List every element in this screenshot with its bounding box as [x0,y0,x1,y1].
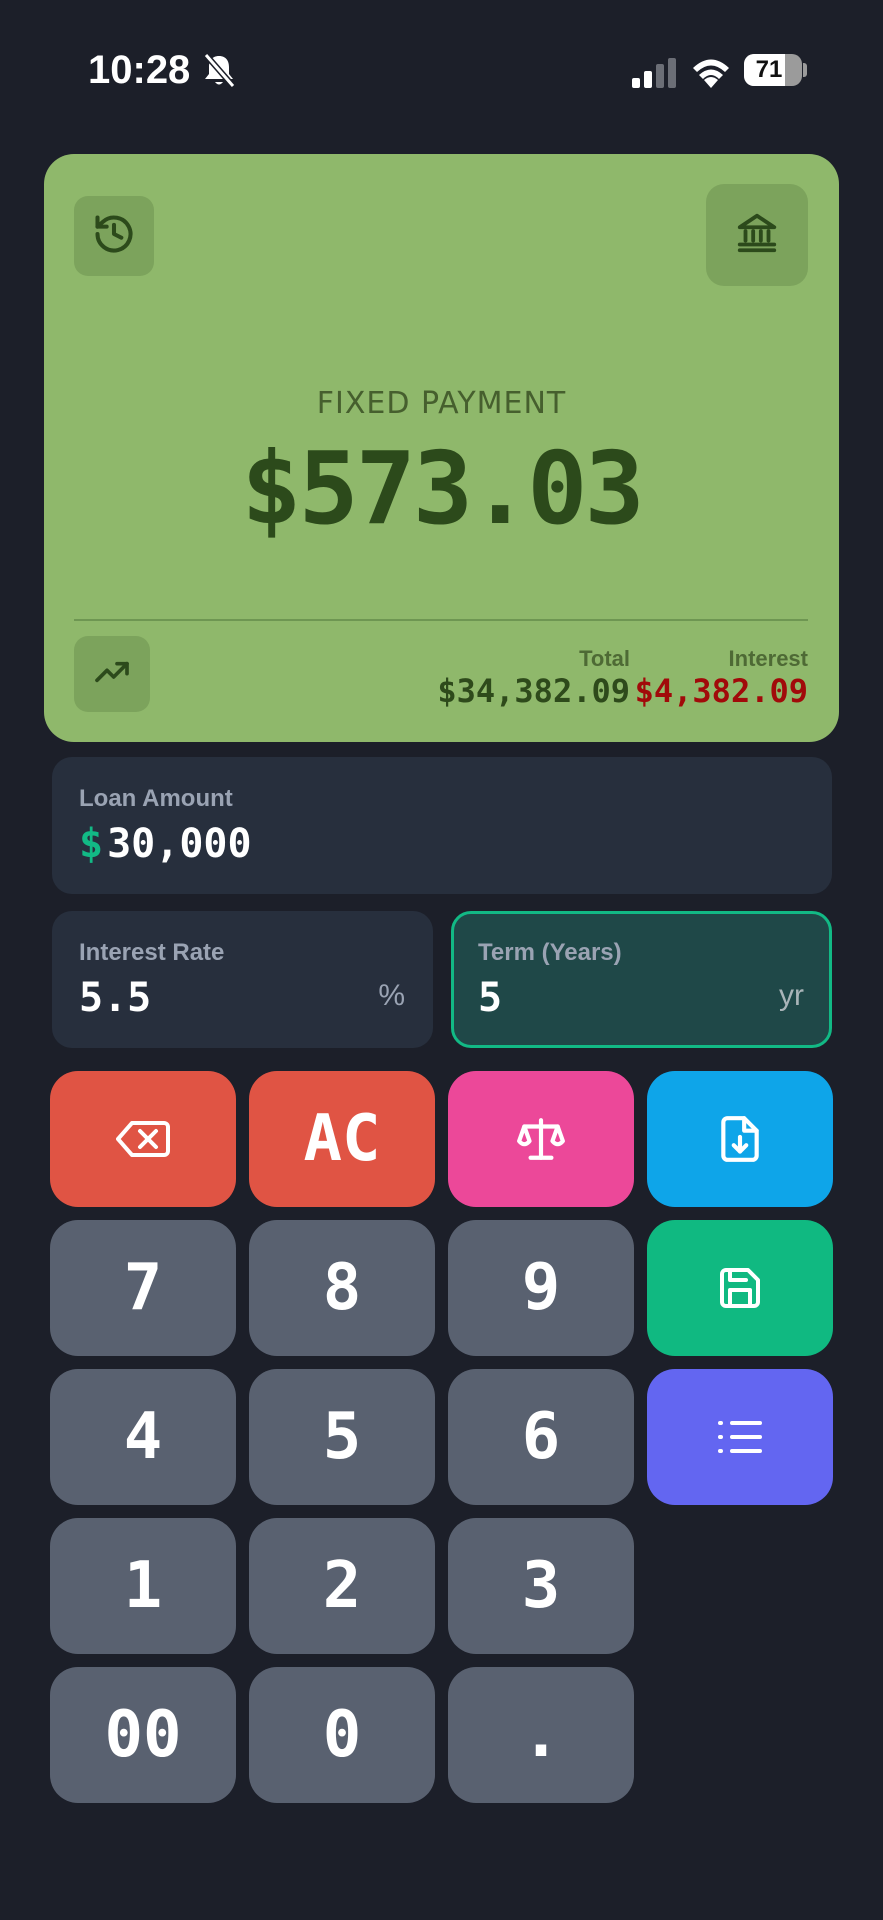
currency-symbol: $ [79,821,104,867]
key-7[interactable]: 7 [50,1220,236,1356]
key-5-label: 5 [322,1400,362,1474]
key-6-label: 6 [521,1400,561,1474]
key-decimal[interactable]: . [448,1667,634,1803]
key-4-label: 4 [123,1400,163,1474]
history-icon [92,212,136,260]
list-button[interactable] [647,1369,833,1505]
battery-icon: 71 [744,54,802,86]
history-button[interactable] [74,196,154,276]
loan-amount-label: Loan Amount [79,785,233,812]
key-1-label: 1 [123,1549,163,1623]
compare-button[interactable] [448,1071,634,1207]
bell-slash-icon [202,52,236,88]
term-years-label: Term (Years) [478,939,622,966]
term-years-unit: yr [779,979,804,1012]
all-clear-label: AC [303,1102,381,1176]
loan-amount-value: $30,000 [79,821,252,867]
key-5[interactable]: 5 [249,1369,435,1505]
interest-rate-value: 5.5 [79,975,152,1021]
list-icon [716,1417,764,1457]
interest-rate-unit: % [378,979,405,1012]
result-card: FIXED PAYMENT $573.03 Total $34,382.09 I… [44,154,839,742]
export-button[interactable] [647,1071,833,1207]
payment-label: FIXED PAYMENT [316,386,567,421]
trending-up-icon [92,652,132,696]
all-clear-button[interactable]: AC [249,1071,435,1207]
interest-value: $4,382.09 [634,672,808,710]
scale-icon [516,1114,566,1164]
payment-value: $573.03 [241,430,644,547]
file-download-icon [717,1114,763,1164]
loan-amount-field[interactable]: Loan Amount $30,000 [52,757,832,894]
key-00[interactable]: 00 [50,1667,236,1803]
save-icon [716,1264,764,1312]
term-years-field[interactable]: Term (Years) 5 yr [451,911,832,1048]
key-7-label: 7 [123,1251,163,1325]
battery-tip [803,63,807,77]
key-2-label: 2 [322,1549,362,1623]
key-3[interactable]: 3 [448,1518,634,1654]
backspace-icon [116,1119,170,1159]
save-button[interactable] [647,1220,833,1356]
status-bar: 10:28 71 [0,0,883,140]
total-value: $34,382.09 [437,672,630,710]
total-label: Total [579,646,630,671]
interest-rate-label: Interest Rate [79,939,225,966]
key-6[interactable]: 6 [448,1369,634,1505]
key-9-label: 9 [521,1251,561,1325]
backspace-button[interactable] [50,1071,236,1207]
key-00-label: 00 [104,1698,182,1772]
key-4[interactable]: 4 [50,1369,236,1505]
card-divider [74,619,808,621]
key-0-label: 0 [322,1698,362,1772]
cellular-signal-icon [632,58,676,88]
key-0[interactable]: 0 [249,1667,435,1803]
chart-button[interactable] [74,636,150,712]
key-9[interactable]: 9 [448,1220,634,1356]
status-time: 10:28 [88,48,191,92]
key-8[interactable]: 8 [249,1220,435,1356]
key-8-label: 8 [322,1251,362,1325]
bank-icon [734,210,780,260]
key-decimal-label: . [521,1698,561,1772]
wifi-icon [690,54,732,88]
interest-label: Interest [728,646,808,671]
key-2[interactable]: 2 [249,1518,435,1654]
bank-button[interactable] [706,184,808,286]
loan-amount-number: 30,000 [107,821,252,867]
key-1[interactable]: 1 [50,1518,236,1654]
key-3-label: 3 [521,1549,561,1623]
interest-rate-field[interactable]: Interest Rate 5.5 % [52,911,433,1048]
term-years-value: 5 [478,975,503,1021]
battery-level: 71 [755,56,783,83]
